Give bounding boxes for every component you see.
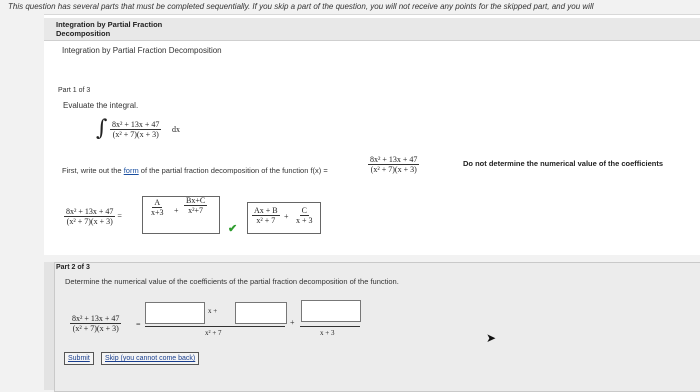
answer-plus: + [174, 206, 179, 215]
skip-button[interactable]: Skip (you cannot come back) [101, 352, 200, 365]
coefficient-note: Do not determine the numerical value of … [463, 159, 664, 168]
integrand-numerator: 8x² + 13x + 47 [110, 120, 162, 130]
part2-label: Part 2 of 3 [56, 264, 90, 271]
part1-label: Part 1 of 3 [58, 87, 91, 94]
x-plus-label: x + [208, 307, 218, 315]
coefficient-input-3[interactable] [301, 300, 361, 322]
correct-term-1: Ax + B x² + 7 [252, 206, 280, 225]
correct-term-2: C x + 3 [296, 206, 313, 225]
correct-plus: + [284, 212, 289, 221]
answer-term-b: Bx+C x²+7 [184, 196, 208, 215]
part1-instruction: First, write out the form of the partial… [62, 166, 328, 175]
coefficient-input-2[interactable] [235, 302, 287, 324]
answer-term-a: A x+3 [151, 198, 164, 217]
part2-prompt: Determine the numerical value of the coe… [65, 277, 399, 286]
integrand-denominator: (x² + 7)(x + 3) [112, 130, 159, 139]
correct-check-icon: ✔ [228, 223, 238, 235]
question-title: Integration by Partial Fraction Decompos… [56, 20, 163, 38]
integrand-fraction: 8x² + 13x + 47 (x² + 7)(x + 3) [110, 120, 162, 139]
dx-label: dx [172, 125, 180, 134]
form-link[interactable]: form [124, 166, 139, 175]
sequential-notice: This question has several parts that mus… [8, 2, 594, 11]
fraction-bar-2 [300, 326, 360, 327]
denominator-2: x + 3 [320, 329, 335, 337]
integral-sign: ∫ [96, 116, 108, 141]
fx-fraction: 8x² + 13x + 47 (x² + 7)(x + 3) [368, 155, 420, 174]
part1-lhs-fraction: 8x² + 13x + 47 (x² + 7)(x + 3) = [64, 207, 122, 226]
denominator-1: x² + 7 [205, 329, 222, 337]
coefficient-input-1[interactable] [145, 302, 205, 324]
mouse-cursor-icon: ➤ [486, 331, 497, 345]
part2-plus: + [290, 318, 295, 327]
part2-equals: = [136, 320, 141, 329]
question-subtitle: Integration by Partial Fraction Decompos… [62, 46, 222, 55]
part2-lhs-fraction: 8x² + 13x + 47 (x² + 7)(x + 3) [70, 314, 122, 333]
part1-prompt: Evaluate the integral. [63, 101, 139, 110]
submit-button[interactable]: Submit [64, 352, 94, 365]
fraction-bar-1 [145, 326, 285, 327]
